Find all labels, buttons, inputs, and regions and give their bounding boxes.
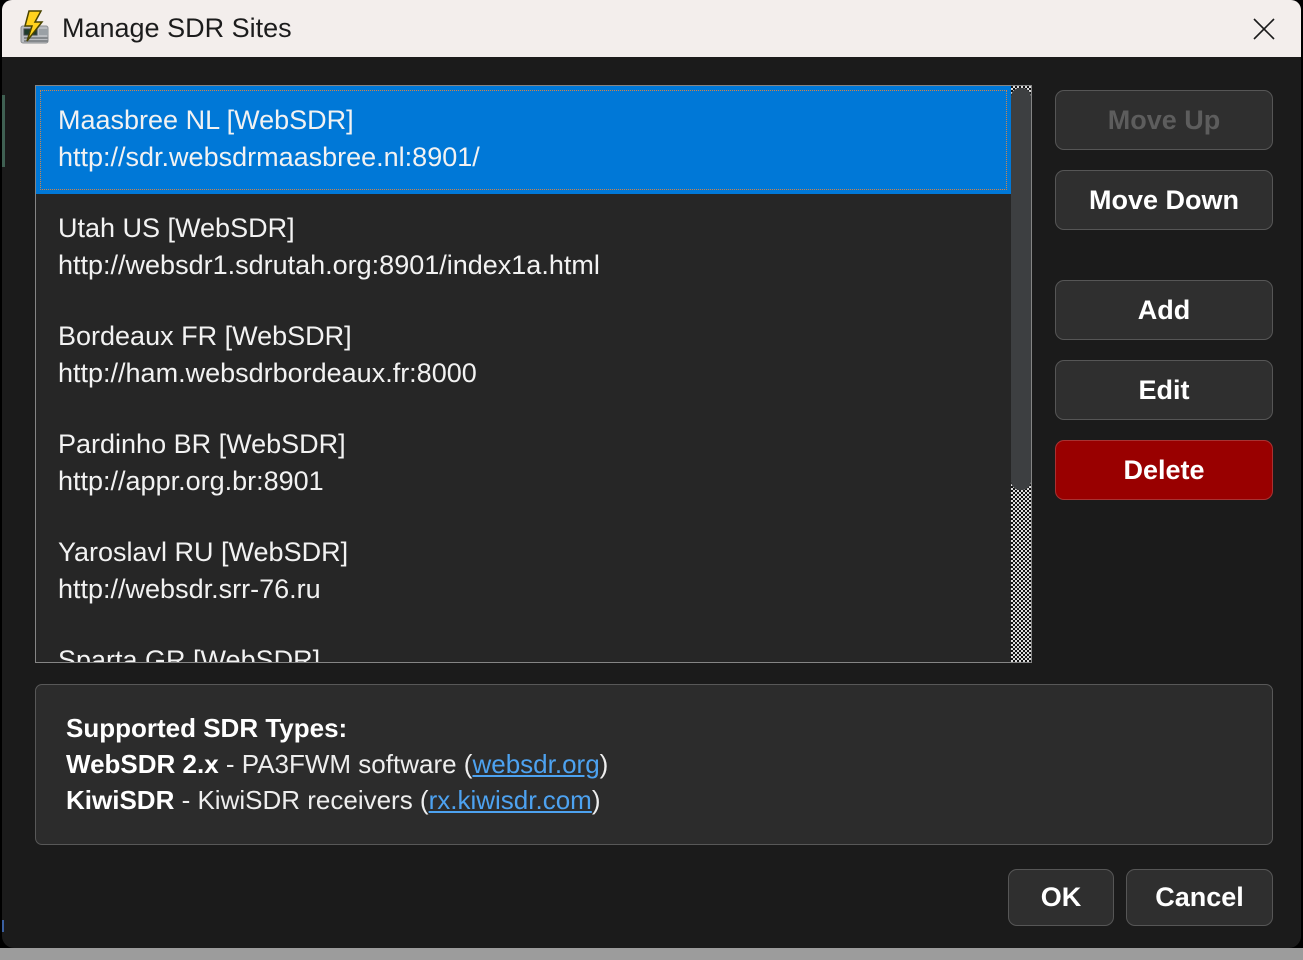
- site-name: Bordeaux FR [WebSDR]: [58, 318, 1011, 355]
- sdr-type-name: KiwiSDR: [66, 785, 174, 815]
- list-item[interactable]: Bordeaux FR [WebSDR] http://ham.websdrbo…: [36, 302, 1011, 410]
- site-url: http://appr.org.br:8901: [58, 463, 1011, 500]
- sdr-type-desc: - KiwiSDR receivers (: [174, 785, 428, 815]
- background-window-sliver: [2, 920, 4, 932]
- site-url: http://sdr.websdrmaasbree.nl:8901/: [58, 139, 1011, 176]
- add-button[interactable]: Add: [1055, 280, 1273, 340]
- site-name: Utah US [WebSDR]: [58, 210, 1011, 247]
- kiwisdr-link[interactable]: rx.kiwisdr.com: [429, 785, 592, 815]
- site-url: http://websdr.srr-76.ru: [58, 571, 1011, 608]
- title-bar[interactable]: Manage SDR Sites: [2, 0, 1301, 57]
- list-item[interactable]: Utah US [WebSDR] http://websdr1.sdrutah.…: [36, 194, 1011, 302]
- info-row-websdr: WebSDR 2.x - PA3FWM software (websdr.org…: [66, 746, 1272, 782]
- site-name: Maasbree NL [WebSDR]: [58, 102, 1011, 139]
- screen: Manage SDR Sites Maasbree NL [WebSDR] ht…: [0, 0, 1303, 960]
- sdr-site-listbox: Maasbree NL [WebSDR] http://sdr.websdrma…: [35, 85, 1032, 663]
- sdr-app-icon: [14, 9, 54, 49]
- info-heading: Supported SDR Types:: [66, 710, 1272, 746]
- background-window-edge: [0, 948, 1303, 960]
- background-window-sliver: [2, 95, 5, 167]
- ok-button[interactable]: OK: [1008, 869, 1114, 926]
- move-down-button[interactable]: Move Down: [1055, 170, 1273, 230]
- supported-sdr-types-panel: Supported SDR Types: WebSDR 2.x - PA3FWM…: [35, 684, 1273, 845]
- site-url: http://websdr1.sdrutah.org:8901/index1a.…: [58, 247, 1011, 284]
- window-title: Manage SDR Sites: [62, 0, 292, 57]
- delete-button[interactable]: Delete: [1055, 440, 1273, 500]
- site-name: Yaroslavl RU [WebSDR]: [58, 534, 1011, 571]
- websdr-org-link[interactable]: websdr.org: [472, 749, 599, 779]
- list-item[interactable]: Pardinho BR [WebSDR] http://appr.org.br:…: [36, 410, 1011, 518]
- scrollbar-thumb[interactable]: [1011, 88, 1031, 490]
- sdr-site-list: Maasbree NL [WebSDR] http://sdr.websdrma…: [36, 86, 1011, 662]
- move-up-button[interactable]: Move Up: [1055, 90, 1273, 150]
- list-item[interactable]: Sparta GR [WebSDR]: [36, 626, 1011, 662]
- sdr-type-suffix: ): [600, 749, 609, 779]
- site-url: http://ham.websdrbordeaux.fr:8000: [58, 355, 1011, 392]
- close-x-icon: [1251, 16, 1277, 42]
- edit-button[interactable]: Edit: [1055, 360, 1273, 420]
- scrollbar-track[interactable]: [1011, 86, 1031, 662]
- site-name: Sparta GR [WebSDR]: [58, 642, 1011, 662]
- sdr-type-suffix: ): [592, 785, 601, 815]
- list-item[interactable]: Maasbree NL [WebSDR] http://sdr.websdrma…: [36, 86, 1011, 194]
- close-button[interactable]: [1241, 6, 1287, 52]
- list-item[interactable]: Yaroslavl RU [WebSDR] http://websdr.srr-…: [36, 518, 1011, 626]
- sdr-type-desc: - PA3FWM software (: [219, 749, 473, 779]
- info-row-kiwisdr: KiwiSDR - KiwiSDR receivers (rx.kiwisdr.…: [66, 782, 1272, 818]
- cancel-button[interactable]: Cancel: [1126, 869, 1273, 926]
- site-name: Pardinho BR [WebSDR]: [58, 426, 1011, 463]
- sdr-type-name: WebSDR 2.x: [66, 749, 219, 779]
- manage-sdr-sites-dialog: Manage SDR Sites Maasbree NL [WebSDR] ht…: [2, 0, 1301, 948]
